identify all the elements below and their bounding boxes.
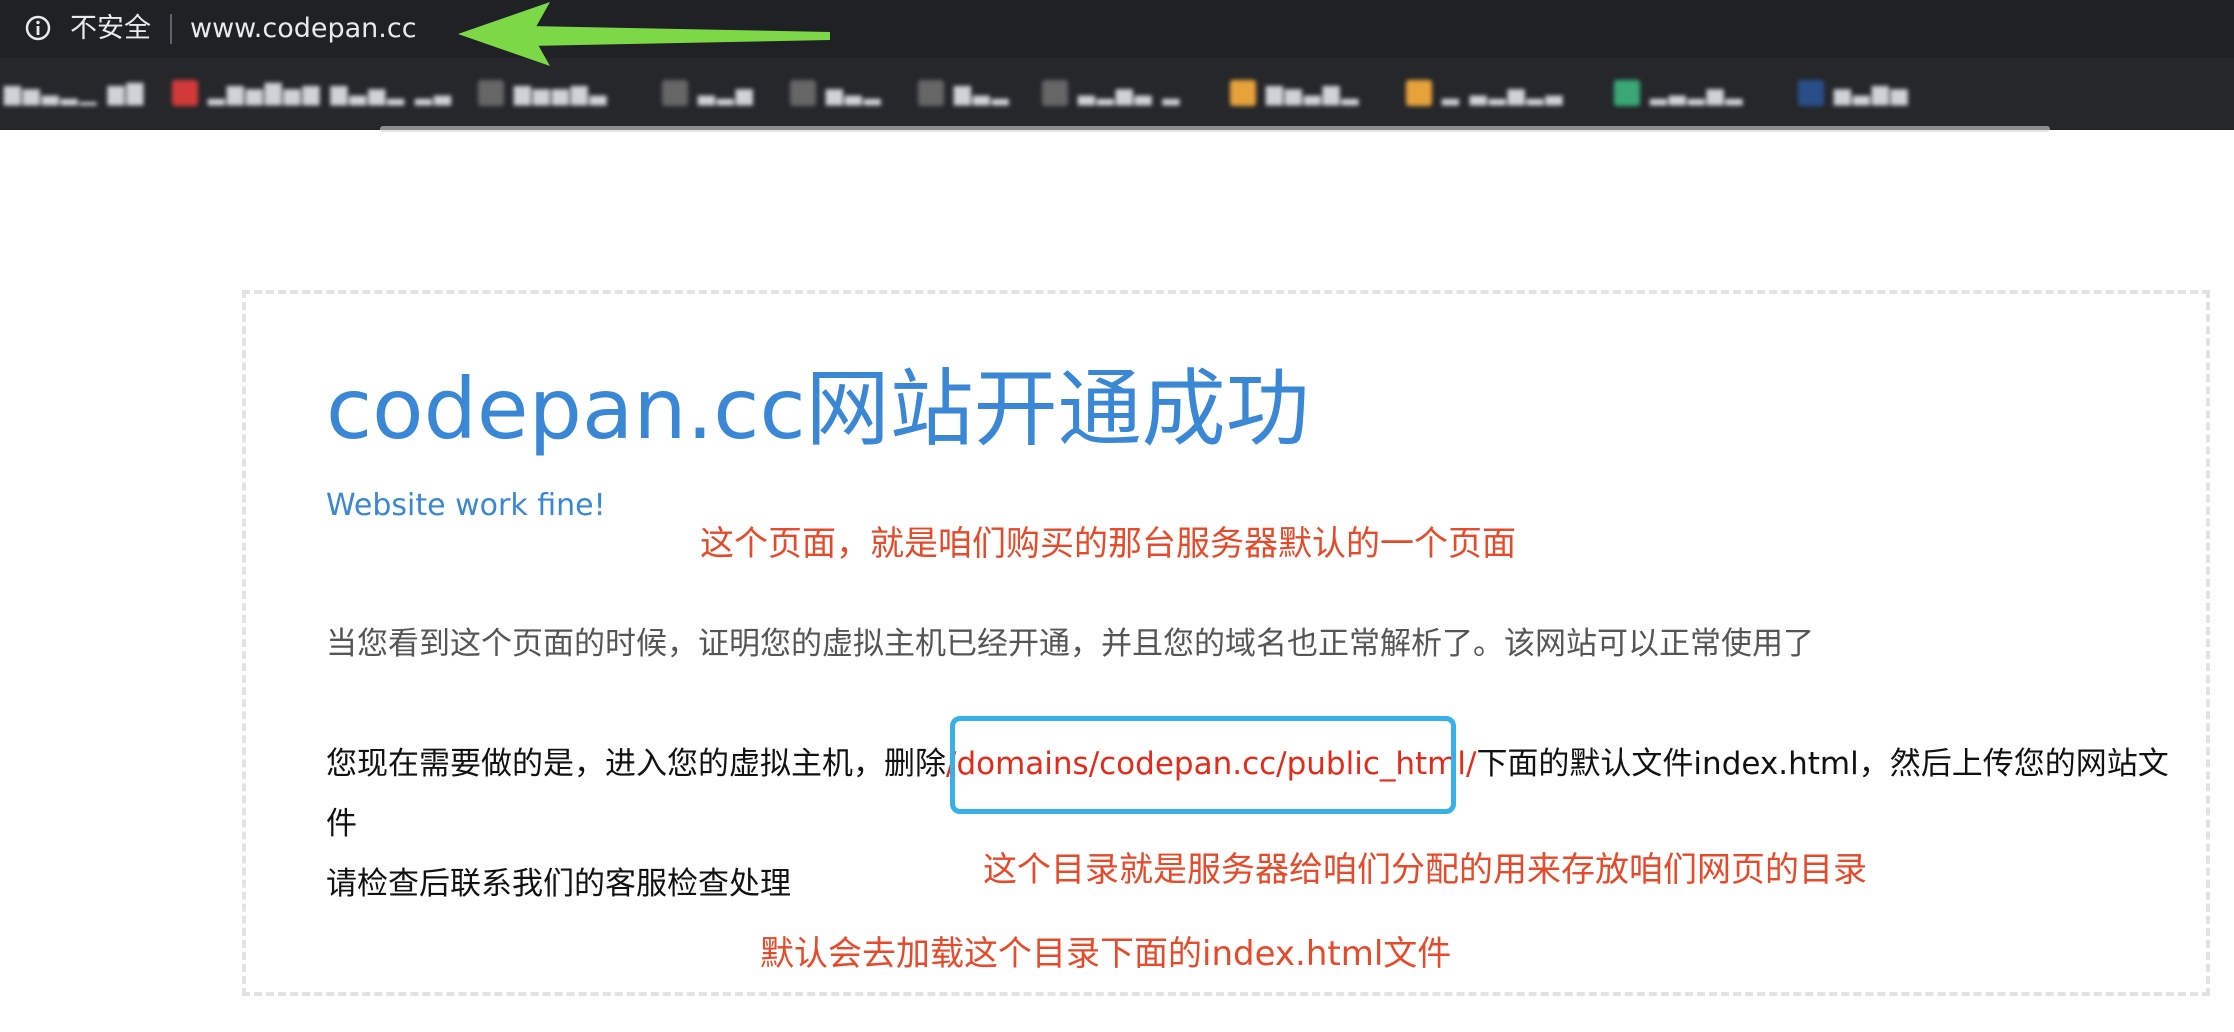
orange-bookmark-icon (1230, 80, 1256, 106)
gray-bookmark-icon (790, 80, 816, 106)
bookmark-label: ▅▃▆▅ (1834, 80, 1910, 106)
browser-chrome: 不安全 www.codepan.cc ▆▅▃▂▁ ▆▇ ▂▆▅▇▅▆ ▆▃▅▂ … (0, 0, 2234, 132)
bookmark-label: ▆▅▅▆▃ (514, 80, 609, 106)
bookmark-item[interactable]: ▆▅▃▆▂ (1230, 76, 1361, 110)
bookmark-label: ▆▃▂ (954, 80, 1011, 106)
bookmark-item[interactable]: ▆▅▃▂▁ ▆▇ (4, 76, 145, 110)
bookmark-item[interactable]: ▆▅▅▆▃ (478, 76, 609, 110)
bookmark-item[interactable]: ▂ ▃▂▅▂▃ (1406, 76, 1565, 110)
bookmark-item[interactable]: ▅▃▂ (790, 76, 883, 110)
red-bookmark-icon (172, 80, 198, 106)
green-arrow-annotation (458, 2, 830, 66)
url-text[interactable]: www.codepan.cc (190, 12, 417, 46)
bookmark-label: ▅▃▂ (826, 80, 883, 106)
address-divider (170, 14, 172, 44)
bookmark-label: ▂ ▃▂▅▂▃ (1442, 80, 1565, 106)
path-highlight-box (950, 716, 1456, 814)
paragraph-instructions-wrap: 件 (326, 806, 357, 842)
orange-bookmark-icon (1406, 80, 1432, 106)
bookmark-item[interactable]: ▃▂▅ (662, 76, 755, 110)
instructions-suffix: 下面的默认文件index.html，然后上传您的网站文 (1476, 746, 2169, 782)
bookmark-label: ▆▅▃▆▂ (1266, 80, 1361, 106)
gray-bookmark-icon (662, 80, 688, 106)
paragraph-contact: 请检查后联系我们的客服检查处理 (326, 866, 791, 902)
address-bar[interactable]: 不安全 www.codepan.cc (0, 0, 2234, 58)
blue-bookmark-icon (1798, 80, 1824, 106)
bookmark-item[interactable]: ▂▆▅▇▅▆ ▆▃▅▂ ▂▃ (172, 76, 453, 110)
toolbar-shadow (380, 126, 2050, 132)
bookmark-label: ▂▃▂▅▂ (1650, 80, 1745, 106)
bookmark-item[interactable]: ▃▂▅▃ ▂ (1042, 76, 1182, 110)
page-title: codepan.cc网站开通成功 (326, 360, 1310, 458)
gray-bookmark-icon (1042, 80, 1068, 106)
bookmarks-bar: ▆▅▃▂▁ ▆▇ ▂▆▅▇▅▆ ▆▃▅▂ ▂▃ ▆▅▅▆▃ ▃▂▅ ▅▃▂ ▆▃… (0, 62, 2234, 126)
green-bookmark-icon (1614, 80, 1640, 106)
bookmark-item[interactable]: ▆▃▂ (918, 76, 1011, 110)
gray-bookmark-icon (478, 80, 504, 106)
page-subtitle: Website work fine! (326, 488, 606, 523)
instructions-prefix: 您现在需要做的是，进入您的虚拟主机，删除 (326, 746, 946, 782)
gray-bookmark-icon (918, 80, 944, 106)
paragraph-activation: 当您看到这个页面的时候，证明您的虚拟主机已经开通，并且您的域名也正常解析了。该网… (326, 626, 1814, 662)
bookmark-label: ▆▅▃▂▁ ▆▇ (4, 80, 146, 106)
annotation-page-note: 这个页面，就是咱们购买的那台服务器默认的一个页面 (700, 524, 1516, 564)
not-secure-label[interactable]: 不安全 (70, 12, 151, 46)
bookmark-item[interactable]: ▂▃▂▅▂ (1614, 76, 1745, 110)
bookmark-label: ▃▂▅ (698, 80, 755, 106)
bookmark-item[interactable]: ▅▃▆▅ (1798, 76, 1910, 110)
annotation-default-file-note: 默认会去加载这个目录下面的index.html文件 (760, 934, 1452, 974)
info-icon[interactable] (24, 14, 52, 42)
bookmark-label: ▂▆▅▇▅▆ ▆▃▅▂ ▂▃ (208, 80, 454, 106)
bookmark-label: ▃▂▅▃ ▂ (1078, 80, 1182, 106)
annotation-directory-note: 这个目录就是服务器给咱们分配的用来存放咱们网页的目录 (983, 850, 1867, 890)
